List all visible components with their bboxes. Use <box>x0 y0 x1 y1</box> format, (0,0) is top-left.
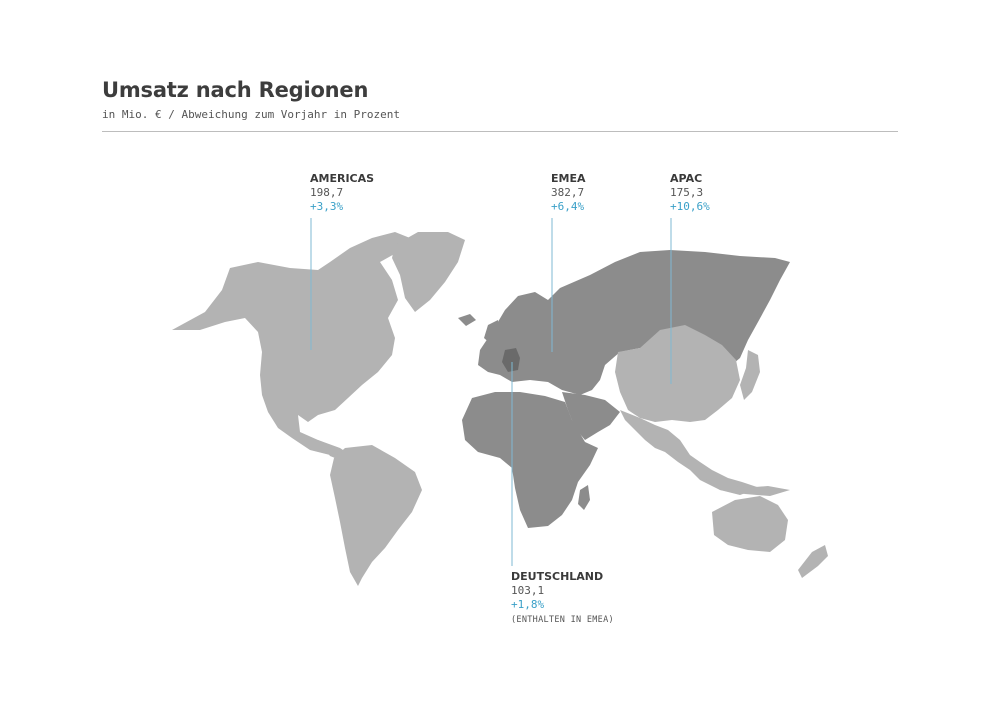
apac-change: +10,6% <box>670 200 710 213</box>
germany-note: (ENTHALTEN IN EMEA) <box>511 615 614 625</box>
region-americas-north[interactable] <box>172 232 410 455</box>
region-greenland[interactable] <box>392 232 465 312</box>
americas-value: 198,7 <box>310 186 344 199</box>
region-iceland[interactable] <box>458 314 476 326</box>
americas-name: AMERICAS <box>310 172 375 185</box>
germany-value: 103,1 <box>511 584 545 597</box>
germany-change: +1,8% <box>511 598 545 611</box>
label-americas: AMERICAS 198,7 +3,3% <box>310 172 374 214</box>
region-new-zealand[interactable] <box>798 545 828 578</box>
apac-value: 175,3 <box>670 186 704 199</box>
region-japan[interactable] <box>740 350 760 400</box>
label-emea: EMEA 382,7 +6,4% <box>551 172 586 214</box>
world-map <box>172 218 828 586</box>
region-australia[interactable] <box>712 496 788 552</box>
emea-name: EMEA <box>551 172 586 185</box>
emea-value: 382,7 <box>551 186 585 199</box>
germany-name: DEUTSCHLAND <box>511 570 604 583</box>
emea-change: +6,4% <box>551 200 585 213</box>
label-germany: DEUTSCHLAND 103,1 +1,8% (ENTHALTEN IN EM… <box>511 570 614 627</box>
apac-name: APAC <box>670 172 703 185</box>
label-apac: APAC 175,3 +10,6% <box>670 172 710 214</box>
region-madagascar[interactable] <box>578 485 590 510</box>
americas-change: +3,3% <box>310 200 344 213</box>
region-americas-south[interactable] <box>330 445 422 586</box>
region-south-asia[interactable] <box>620 410 760 495</box>
